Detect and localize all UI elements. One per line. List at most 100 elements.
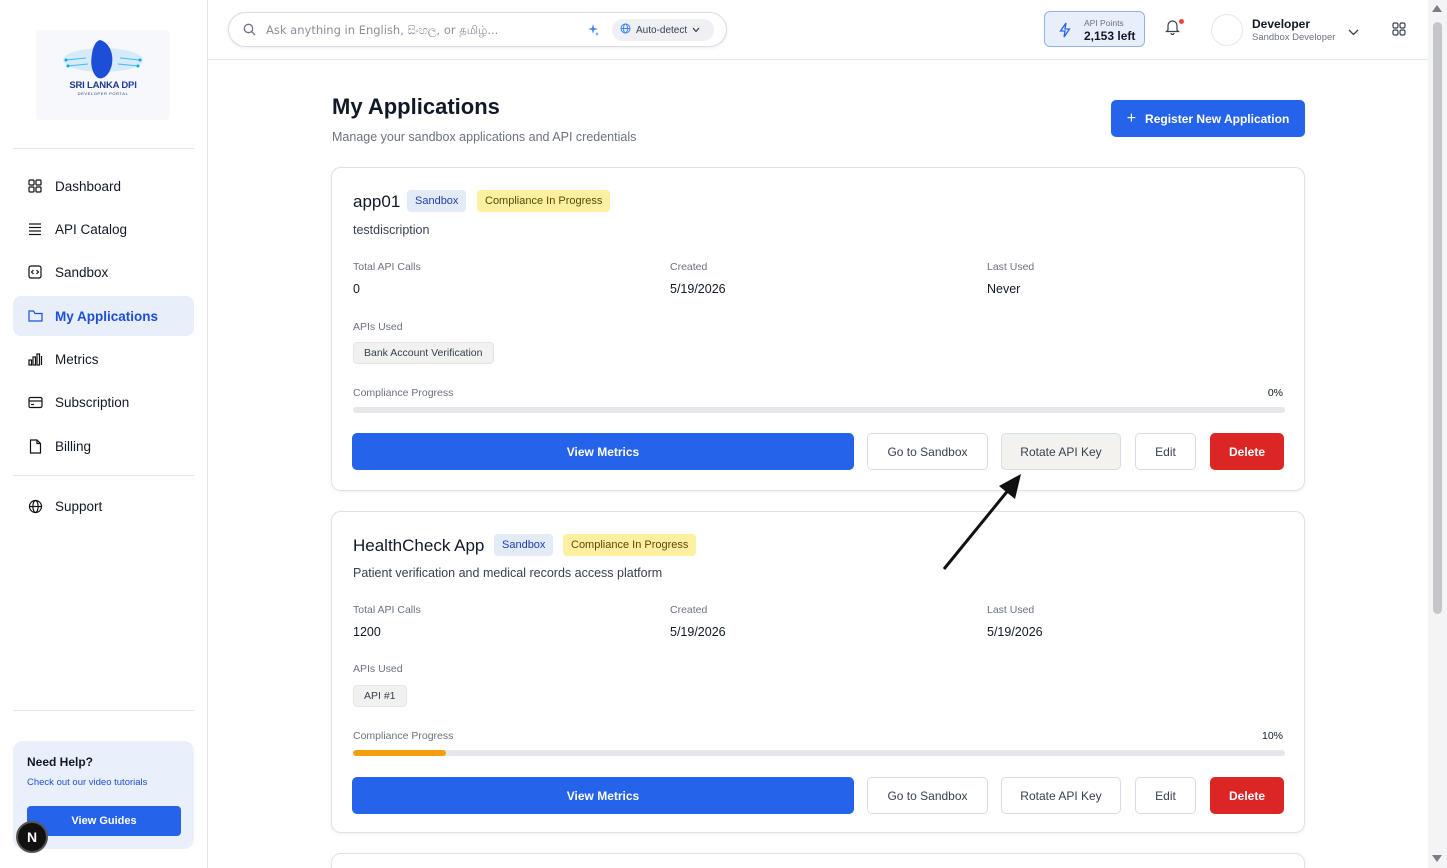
created-value: 5/19/2026 bbox=[670, 282, 726, 296]
globe-icon bbox=[620, 23, 631, 37]
compliance-progress-bar bbox=[353, 407, 1285, 413]
user-role: Sandbox Developer bbox=[1252, 32, 1336, 43]
scroll-up-arrow[interactable] bbox=[1432, 5, 1442, 12]
register-application-button[interactable]: + Register New Application bbox=[1111, 100, 1305, 137]
app-description: testdiscription bbox=[353, 223, 430, 237]
api-tag: Bank Account Verification bbox=[353, 342, 494, 364]
apis-used-label: APIs Used bbox=[353, 663, 403, 675]
sidebar-divider bbox=[13, 148, 194, 149]
sidebar-item-billing[interactable]: Billing bbox=[13, 426, 194, 466]
apps-grid-icon[interactable] bbox=[1392, 22, 1406, 39]
apis-used-label: APIs Used bbox=[353, 321, 403, 333]
created-label: Created bbox=[670, 604, 708, 616]
status-badge: Compliance In Progress bbox=[477, 190, 611, 212]
rotate-api-key-button[interactable]: Rotate API Key bbox=[1001, 777, 1121, 814]
avatar[interactable] bbox=[1211, 14, 1243, 46]
sidebar-item-label: My Applications bbox=[55, 308, 159, 324]
sidebar-item-label: Sandbox bbox=[55, 264, 109, 280]
notification-bell-icon[interactable] bbox=[1165, 19, 1180, 38]
last-used-label: Last Used bbox=[987, 604, 1035, 616]
go-to-sandbox-button[interactable]: Go to Sandbox bbox=[867, 433, 988, 470]
delete-button[interactable]: Delete bbox=[1210, 777, 1284, 814]
sidebar-item-label: Support bbox=[55, 498, 103, 514]
plus-icon: + bbox=[1126, 109, 1137, 127]
help-subtitle: Check out our video tutorials bbox=[27, 777, 148, 788]
status-badge: Compliance In Progress bbox=[563, 534, 697, 556]
sidebar-item-dashboard[interactable]: Dashboard bbox=[13, 166, 194, 206]
logo-title: SRI LANKA DPI bbox=[69, 80, 137, 91]
register-button-label: Register New Application bbox=[1145, 111, 1290, 126]
globe-icon bbox=[27, 498, 43, 514]
created-label: Created bbox=[670, 261, 708, 273]
chevron-down-icon bbox=[692, 25, 700, 36]
user-name[interactable]: Developer bbox=[1252, 17, 1310, 31]
sidebar-item-label: Subscription bbox=[55, 394, 130, 410]
total-calls-value: 1200 bbox=[353, 625, 381, 639]
app-name: app01 bbox=[353, 192, 401, 211]
page-subtitle: Manage your sandbox applications and API… bbox=[332, 130, 637, 144]
edit-button[interactable]: Edit bbox=[1135, 433, 1196, 470]
code-box-icon bbox=[27, 264, 43, 280]
sidebar-item-support[interactable]: Support bbox=[13, 486, 194, 526]
sidebar-item-api-catalog[interactable]: API Catalog bbox=[13, 209, 194, 249]
help-title: Need Help? bbox=[27, 755, 94, 769]
compliance-progress-percent: 10% bbox=[1261, 730, 1283, 742]
rotate-api-key-button[interactable]: Rotate API Key bbox=[1001, 433, 1121, 470]
language-select-label: Auto-detect bbox=[636, 24, 688, 36]
top-bar: Auto-detect API Points 2,153 left Develo… bbox=[208, 0, 1428, 60]
compliance-progress-label: Compliance Progress bbox=[353, 730, 454, 742]
app-name: HealthCheck App bbox=[353, 536, 485, 555]
page-title: My Applications bbox=[332, 94, 500, 119]
scroll-thumb[interactable] bbox=[1433, 22, 1442, 614]
api-points-indicator[interactable]: API Points 2,153 left bbox=[1044, 11, 1145, 47]
last-used-value: Never bbox=[987, 282, 1021, 296]
edit-button[interactable]: Edit bbox=[1135, 777, 1196, 814]
notification-dot bbox=[1179, 19, 1184, 24]
sidebar-divider bbox=[13, 475, 194, 476]
progress-fill bbox=[353, 750, 447, 756]
compliance-progress-percent: 0% bbox=[1267, 387, 1283, 399]
api-points-value: 2,153 left bbox=[1084, 29, 1136, 43]
sidebar-item-my-applications[interactable]: My Applications bbox=[13, 296, 194, 336]
last-used-value: 5/19/2026 bbox=[987, 625, 1043, 639]
lightning-icon bbox=[1059, 22, 1071, 41]
sidebar-item-subscription[interactable]: Subscription bbox=[13, 382, 194, 422]
go-to-sandbox-button[interactable]: Go to Sandbox bbox=[867, 777, 988, 814]
environment-badge: Sandbox bbox=[407, 190, 467, 212]
view-guides-button[interactable]: View Guides bbox=[27, 806, 181, 836]
compliance-progress-label: Compliance Progress bbox=[353, 387, 454, 399]
portal-logo[interactable]: SRI LANKA DPI DEVELOPER PORTAL bbox=[36, 30, 170, 120]
sidebar-item-sandbox[interactable]: Sandbox bbox=[13, 252, 194, 292]
sidebar-item-metrics[interactable]: Metrics bbox=[13, 339, 194, 379]
page-scrollbar[interactable] bbox=[1428, 0, 1447, 868]
created-value: 5/19/2026 bbox=[670, 625, 726, 639]
grid-icon bbox=[27, 178, 43, 194]
last-used-label: Last Used bbox=[987, 261, 1035, 273]
total-calls-label: Total API Calls bbox=[353, 261, 421, 273]
sidebar-item-label: Metrics bbox=[55, 351, 99, 367]
sidebar: SRI LANKA DPI DEVELOPER PORTAL Dashboard… bbox=[0, 0, 208, 868]
search-input[interactable] bbox=[266, 20, 576, 40]
application-card: HealthCheck App Sandbox Compliance In Pr… bbox=[331, 511, 1305, 833]
ai-sparkle-icon[interactable] bbox=[586, 23, 600, 40]
api-tag: API #1 bbox=[353, 685, 407, 707]
delete-button[interactable]: Delete bbox=[1210, 433, 1284, 470]
chevron-down-icon[interactable] bbox=[1348, 24, 1359, 39]
sidebar-item-label: API Catalog bbox=[55, 221, 128, 237]
environment-badge: Sandbox bbox=[494, 534, 554, 556]
scroll-down-arrow[interactable] bbox=[1432, 855, 1442, 862]
view-metrics-button[interactable]: View Metrics bbox=[352, 433, 854, 470]
next-dev-badge[interactable]: N bbox=[16, 821, 48, 853]
app-description: Patient verification and medical records… bbox=[353, 566, 663, 580]
api-points-label: API Points bbox=[1084, 18, 1124, 28]
application-card bbox=[331, 853, 1305, 868]
language-select[interactable]: Auto-detect bbox=[612, 19, 714, 41]
sidebar-item-label: Dashboard bbox=[55, 178, 122, 194]
bar-chart-icon bbox=[27, 351, 43, 367]
folder-icon bbox=[27, 308, 43, 324]
view-metrics-button[interactable]: View Metrics bbox=[352, 777, 854, 814]
sidebar-divider bbox=[13, 710, 194, 711]
sidebar-item-label: Billing bbox=[55, 438, 92, 454]
logo-subtitle: DEVELOPER PORTAL bbox=[77, 91, 129, 96]
compliance-progress-bar bbox=[353, 750, 1285, 756]
